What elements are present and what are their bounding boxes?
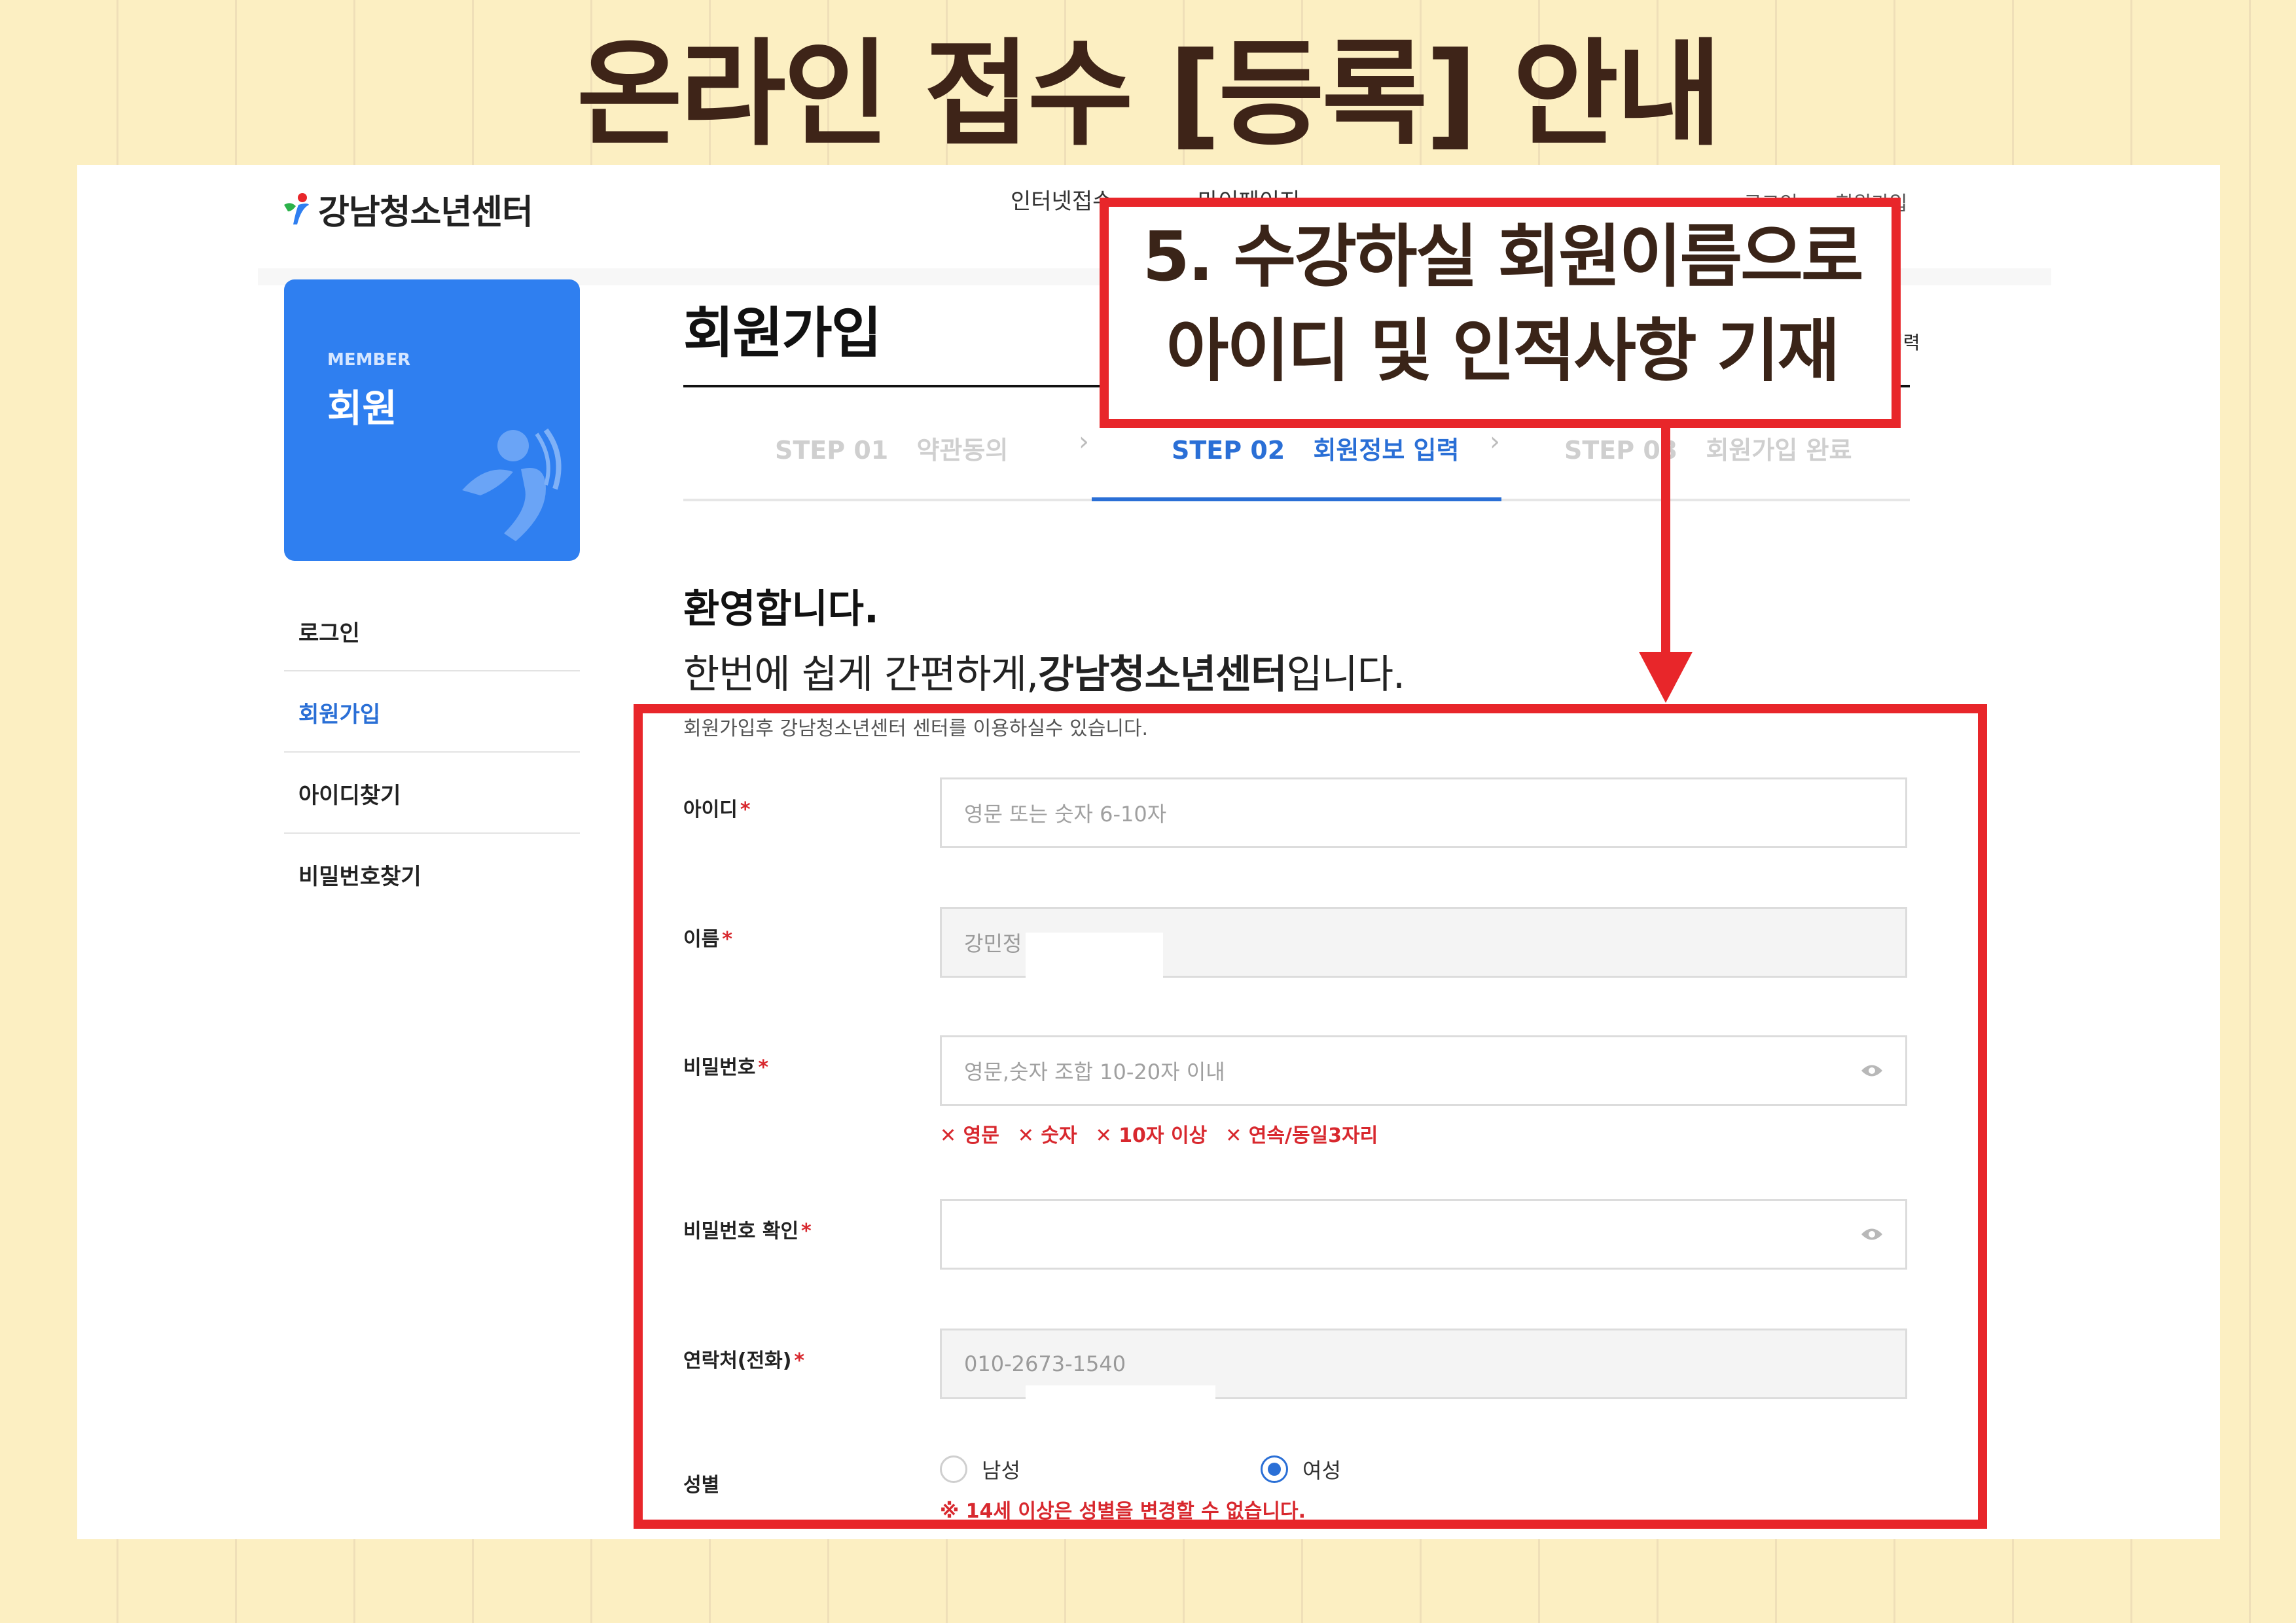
steps-track-active [1092,497,1501,501]
welcome-line-brand: 강남청소년센터 [1038,652,1287,698]
sidebar-divider [284,670,580,671]
welcome-heading: 환영합니다. [683,586,879,632]
step-2: STEP 02 회원정보 입력 [1172,430,1459,466]
sidebar-item-signup[interactable]: 회원가입 [298,696,380,728]
main-heading: 온라인 접수 [등록] 안내 [577,27,1722,162]
step-1: STEP 01 약관동의 [775,430,1008,466]
sidebar-divider [284,832,580,834]
chevron-right-icon: › [1490,427,1500,457]
sidebar-item-find-id[interactable]: 아이디찾기 [298,777,401,810]
site-logo[interactable]: 강남청소년센터 [281,179,533,238]
mascot-figure-icon [462,428,562,541]
logo-mark-icon [284,193,309,224]
site-name: 강남청소년센터 [318,192,533,232]
nav-item-internet-apply[interactable]: 인터넷접수 [1011,183,1113,215]
step-1-label: 약관동의 [916,436,1009,465]
sidebar-item-login[interactable]: 로그인 [298,615,360,647]
callout-line-2: 아이디 및 인적사항 기재 [1166,311,1840,391]
step-3: STEP 03 회원가입 완료 [1564,430,1852,466]
step-1-number: STEP 01 [775,436,889,465]
welcome-line: 한번에 쉽게 간편하게,강남청소년센터입니다. [683,643,1405,700]
step-3-label: 회원가입 완료 [1706,436,1852,465]
welcome-line-prefix: 한번에 쉽게 간편하게, [683,652,1039,698]
welcome-line-suffix: 입니다. [1286,652,1405,698]
page-title: 회원가입 [683,301,882,365]
callout-text: 5. 수강하실 회원이름으로 아이디 및 인적사항 기재 [1105,196,1899,412]
arrow-down-icon [1639,425,1693,703]
callout-line-1: 5. 수강하실 회원이름으로 [1142,217,1863,297]
chevron-right-icon: › [1079,427,1089,457]
member-banner: MEMBER 회원 [284,279,580,561]
form-highlight-box [634,704,1987,1529]
step-2-label: 회원정보 입력 [1313,436,1460,465]
member-banner-subtitle: MEMBER [327,350,411,370]
sidebar-item-find-password[interactable]: 비밀번호찾기 [298,859,422,891]
sidebar-divider [284,751,580,753]
member-banner-title: 회원 [327,386,397,431]
step-2-number: STEP 02 [1172,436,1285,465]
